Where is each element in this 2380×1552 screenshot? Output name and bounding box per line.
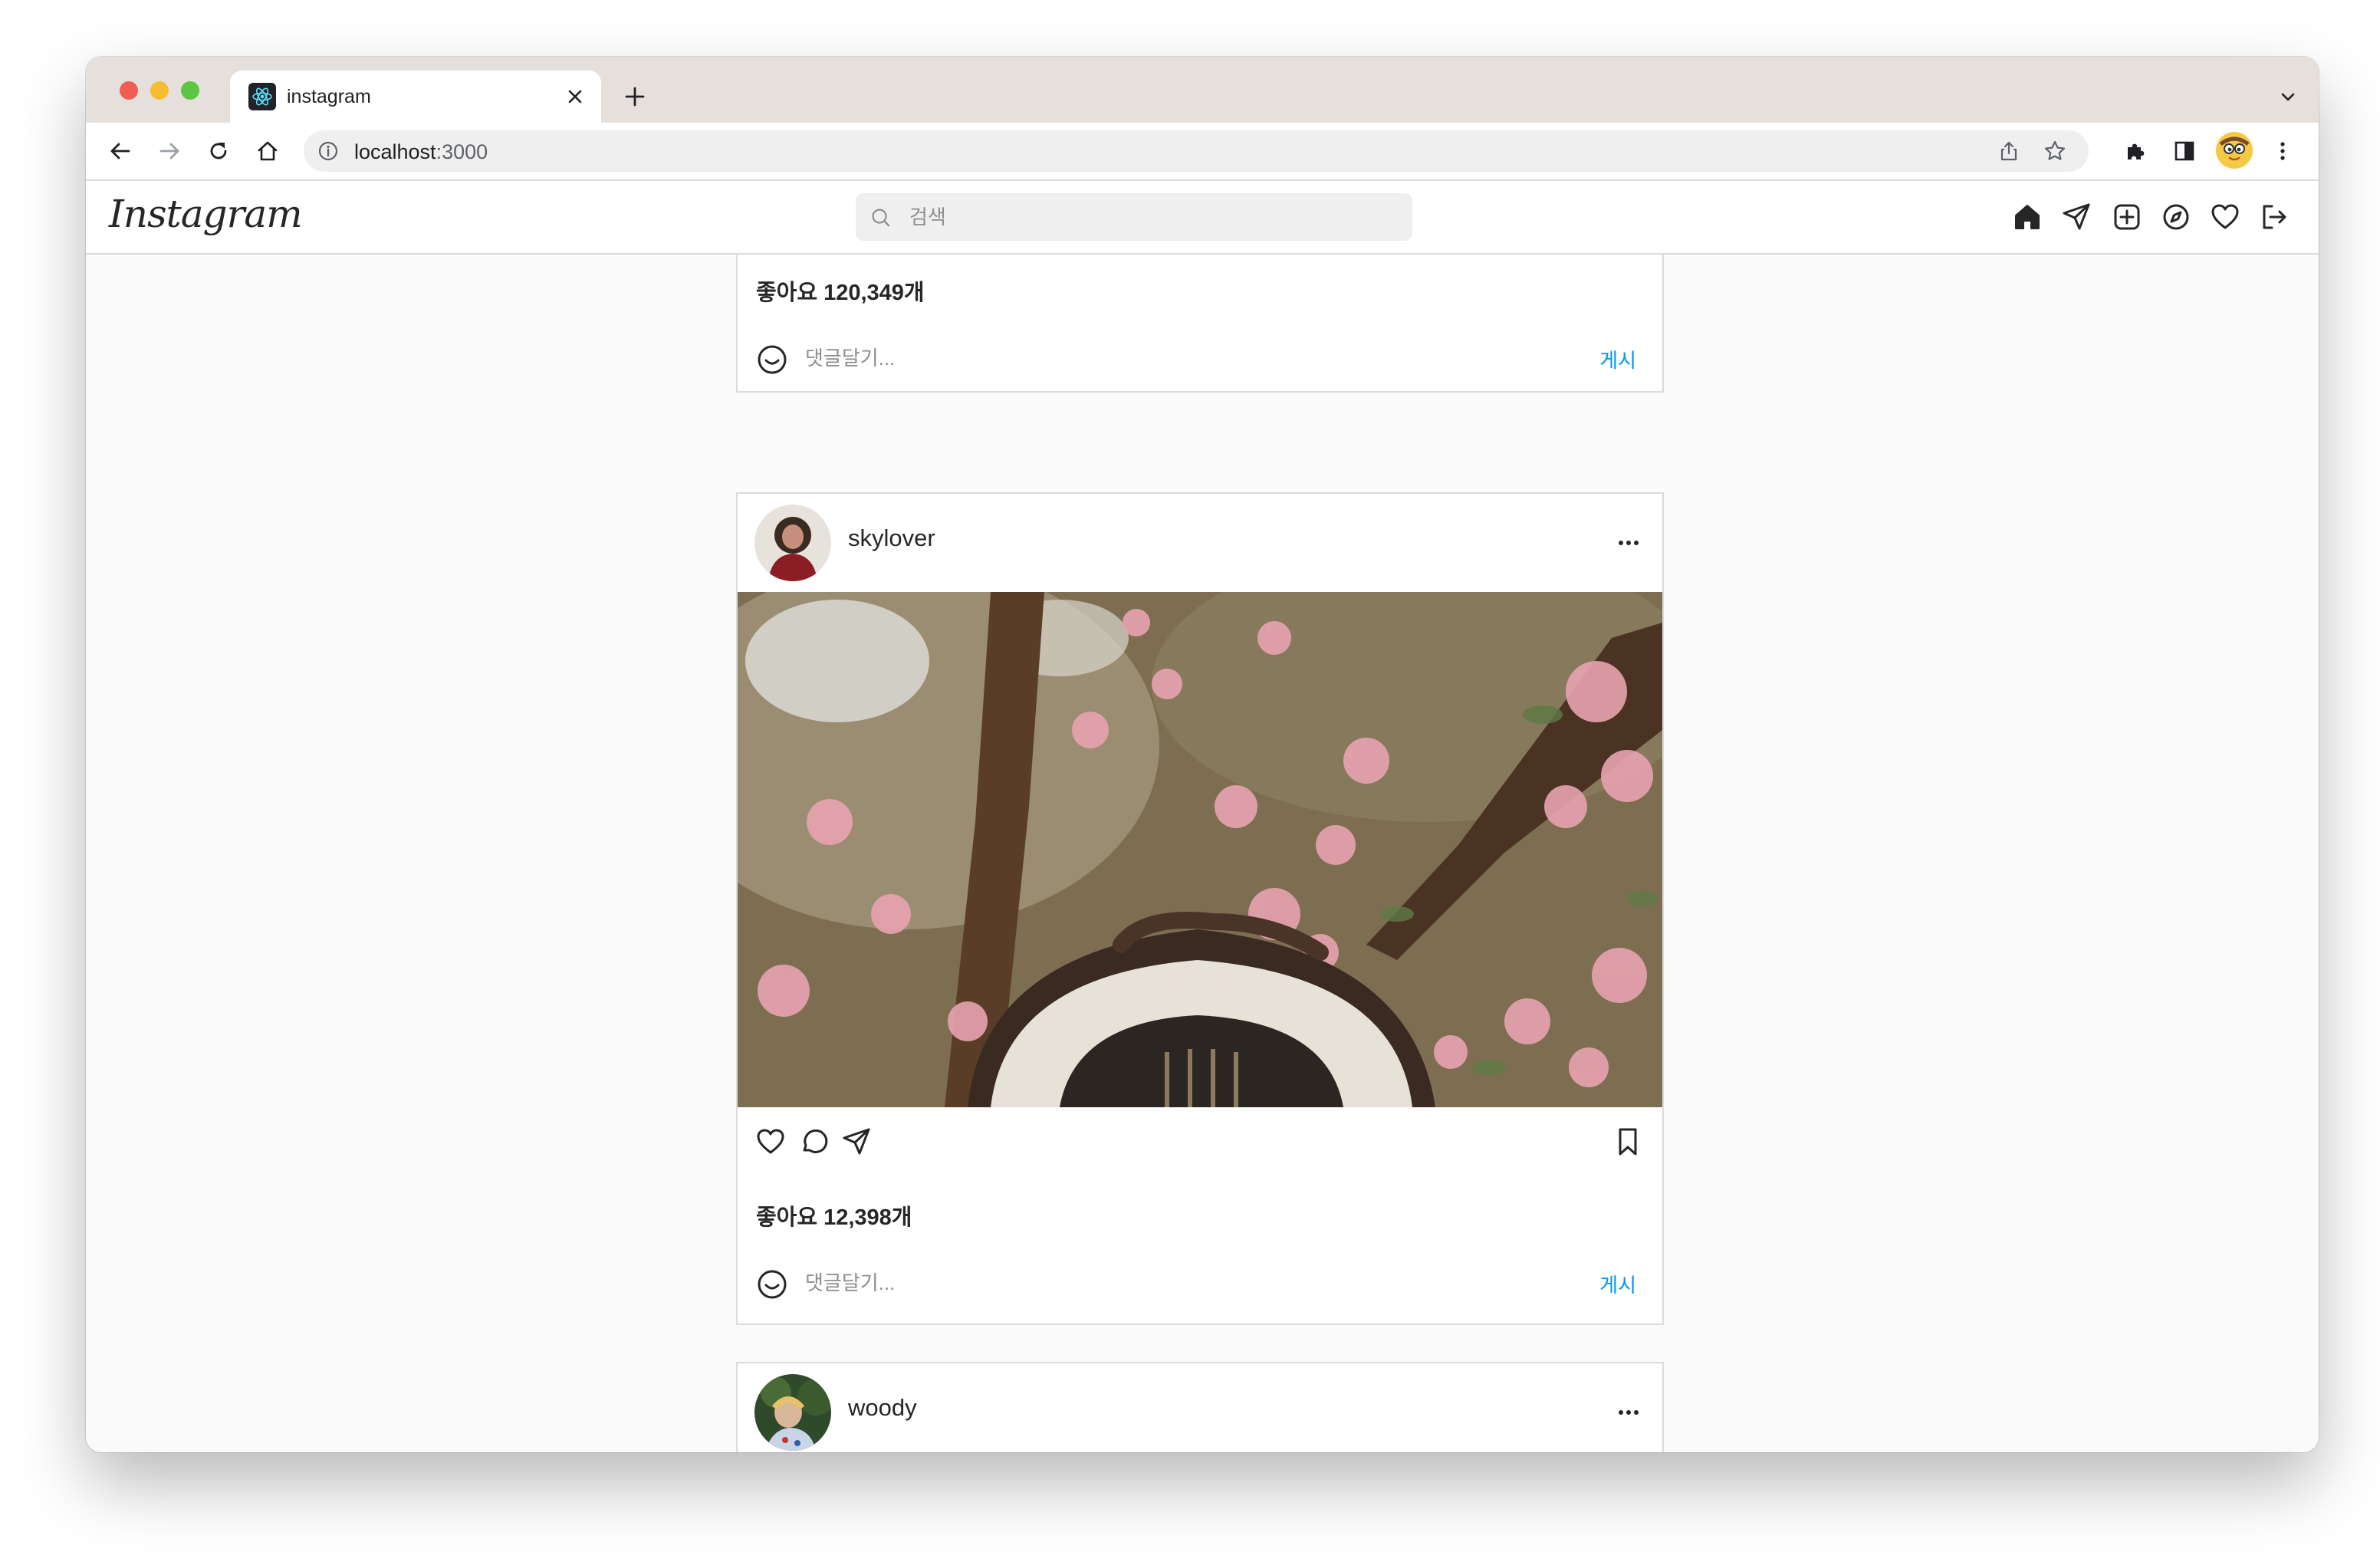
share-plane-icon[interactable] (839, 1124, 874, 1159)
post-header: skylover (738, 494, 1662, 592)
share-icon[interactable] (1995, 137, 2023, 165)
post-card: woody (736, 1362, 1664, 1452)
post-actions (738, 1118, 1662, 1164)
bookmark-icon[interactable] (1610, 1124, 1645, 1159)
instagram-logo[interactable]: Instagram (109, 192, 303, 236)
likes-count: 좋아요 120,349개 (756, 281, 925, 305)
emoji-icon[interactable] (756, 1268, 788, 1300)
post-card: skylover 좋아요 12,398개 댓글달기... 게시 (736, 492, 1664, 1325)
new-tab-icon[interactable] (618, 80, 652, 113)
likes-count: 좋아요 12,398개 (756, 1205, 912, 1230)
side-panel-icon[interactable] (2167, 133, 2202, 169)
user-avatar[interactable] (754, 505, 831, 581)
heart-icon[interactable] (2208, 200, 2242, 234)
username[interactable]: woody (848, 1394, 917, 1422)
post-comment-button[interactable]: 게시 (1599, 1270, 1636, 1298)
browser-window: instagram localhost:3000 Instagram 검색 좋아… (86, 57, 2319, 1452)
extensions-puzzle-icon[interactable] (2118, 133, 2153, 169)
chevron-down-icon[interactable] (2273, 81, 2303, 112)
browser-toolbar: localhost:3000 (86, 123, 2319, 181)
search-input[interactable] (909, 193, 1385, 241)
instagram-header: Instagram (86, 181, 2319, 255)
comment-bubble-icon[interactable] (796, 1124, 831, 1159)
tab-title: instagram (287, 86, 371, 107)
react-icon (248, 83, 276, 110)
plus-square-icon[interactable] (2110, 200, 2144, 234)
username[interactable]: skylover (848, 524, 935, 552)
maximize-window-button[interactable] (181, 81, 199, 100)
address-bar[interactable]: localhost:3000 (304, 130, 2089, 172)
minimize-window-button[interactable] (150, 81, 169, 100)
back-arrow-icon[interactable] (103, 133, 138, 169)
post-header: woody (738, 1363, 1662, 1452)
feed: 좋아요 120,349개 게시 (86, 255, 2319, 1452)
search-icon (872, 209, 890, 227)
close-window-button[interactable] (120, 81, 138, 100)
post-image[interactable] (738, 592, 1662, 1107)
browser-menu-icon[interactable] (2265, 133, 2300, 169)
search-box[interactable] (856, 193, 1412, 241)
logout-icon[interactable] (2257, 200, 2291, 234)
reload-icon[interactable] (201, 133, 236, 169)
emoji-icon[interactable] (756, 344, 788, 376)
profile-avatar[interactable] (2216, 132, 2253, 169)
tab-strip: instagram (86, 57, 2319, 123)
more-options-icon[interactable] (1612, 1396, 1645, 1429)
comment-row: 게시 (738, 331, 1662, 385)
post-card: 좋아요 120,349개 게시 (736, 255, 1664, 393)
user-avatar[interactable] (754, 1374, 831, 1451)
comment-input[interactable] (805, 1265, 1495, 1300)
comment-row: 게시 (738, 1256, 1662, 1310)
home-icon[interactable] (2010, 200, 2044, 234)
bookmark-star-icon[interactable] (2041, 137, 2069, 165)
post-comment-button[interactable]: 게시 (1599, 345, 1636, 373)
site-info-icon[interactable] (317, 140, 339, 162)
more-options-icon[interactable] (1612, 526, 1645, 560)
url-text: localhost:3000 (354, 140, 488, 163)
browser-tab[interactable]: instagram (230, 71, 601, 123)
paper-plane-icon[interactable] (2059, 200, 2093, 234)
comment-input[interactable] (805, 340, 1495, 376)
compass-icon[interactable] (2159, 200, 2193, 234)
home-page-icon[interactable] (250, 133, 285, 169)
like-heart-icon[interactable] (753, 1124, 788, 1159)
close-tab-icon[interactable] (561, 83, 589, 110)
forward-arrow-icon[interactable] (152, 133, 187, 169)
